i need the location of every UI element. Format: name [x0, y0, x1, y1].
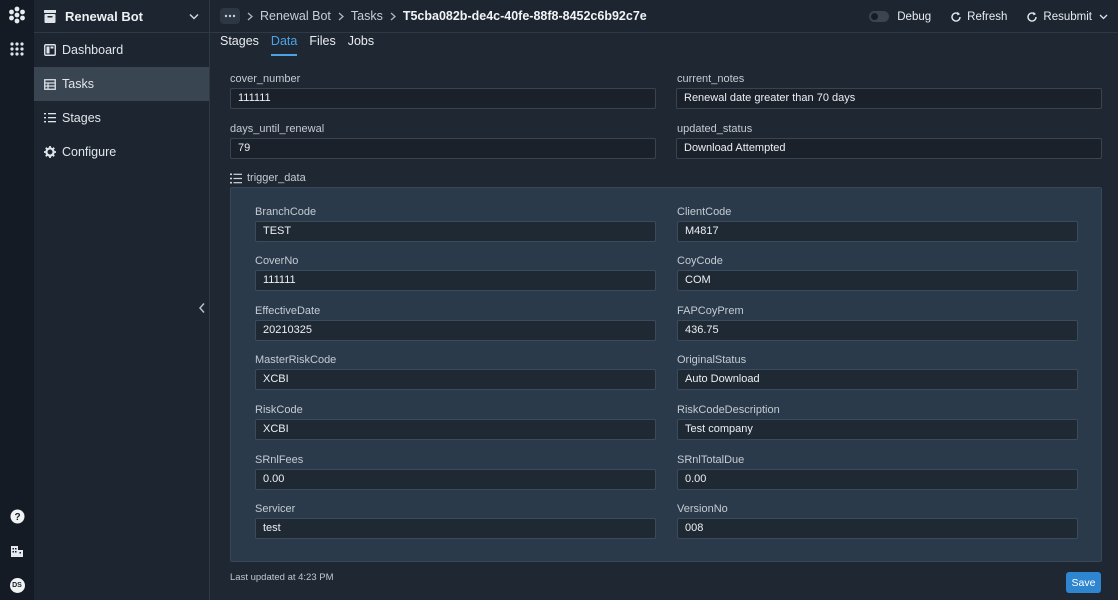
list-icon — [230, 173, 242, 183]
debug-toggle[interactable]: Debug — [869, 11, 931, 23]
risk-code-description-field[interactable]: Test company — [677, 419, 1078, 440]
debug-label: Debug — [897, 10, 932, 23]
collapse-sidebar-button[interactable] — [198, 301, 206, 319]
main-content: Stages Data Files Jobs cover_number 1111… — [210, 34, 1118, 600]
effective-date-field[interactable]: 20210325 — [255, 320, 656, 341]
effective-date-label: EffectiveDate — [255, 305, 321, 317]
top-bar: Renewal Bot Tasks T5cba082b-de4c-40fe-88… — [210, 0, 1118, 33]
svg-text:?: ? — [14, 512, 20, 523]
refresh-button[interactable]: Refresh — [950, 11, 1007, 23]
tab-jobs[interactable]: Jobs — [348, 34, 374, 56]
coy-code-field[interactable]: COM — [677, 270, 1078, 291]
breadcrumb-more-button[interactable] — [220, 8, 240, 24]
refresh-icon — [951, 11, 961, 22]
chevron-down-icon[interactable] — [189, 13, 199, 20]
branch-code-label: BranchCode — [255, 206, 317, 218]
gear-icon — [44, 146, 56, 158]
sidebar-nav: Dashboard Tasks Stages Configure — [34, 33, 209, 169]
sidebar: Renewal Bot Dashboard Tasks Stages Confi… — [34, 0, 210, 600]
risk-code-description-label: RiskCodeDescription — [677, 404, 780, 416]
chevron-left-icon — [198, 303, 205, 313]
cover-number-field[interactable]: 111111 — [230, 88, 656, 109]
sidebar-item-dashboard[interactable]: Dashboard — [34, 33, 209, 67]
srnl-fees-label: SRnlFees — [255, 454, 304, 466]
tab-stages[interactable]: Stages — [220, 34, 259, 56]
version-no-field[interactable]: 008 — [677, 518, 1078, 539]
breadcrumb-app[interactable]: Renewal Bot — [260, 9, 331, 23]
sidebar-item-label: Dashboard — [62, 43, 124, 57]
risk-code-label: RiskCode — [255, 404, 303, 416]
sidebar-item-label: Stages — [62, 111, 101, 125]
breadcrumb-current: T5cba082b-de4c-40fe-88f8-8452c6b92c7e — [402, 9, 647, 23]
servicer-label: Servicer — [255, 503, 296, 515]
app-name: Renewal Bot — [65, 8, 144, 24]
servicer-field[interactable]: test — [255, 518, 656, 539]
user-initials: DS — [9, 577, 25, 593]
user-avatar[interactable]: DS — [0, 577, 34, 593]
days-until-renewal-field[interactable]: 79 — [230, 138, 656, 159]
table-icon — [44, 78, 56, 90]
dashboard-icon — [44, 44, 56, 56]
current-notes-label: current_notes — [677, 73, 745, 85]
trigger-data-header[interactable]: trigger_data — [230, 172, 306, 184]
srnl-fees-field[interactable]: 0.00 — [255, 469, 656, 490]
srnl-total-due-field[interactable]: 0.00 — [677, 469, 1078, 490]
version-no-label: VersionNo — [677, 503, 728, 515]
app-logo-icon[interactable] — [0, 4, 34, 26]
top-actions: Debug Refresh Resubmit — [869, 0, 1118, 33]
tab-files[interactable]: Files — [309, 34, 335, 56]
updated-status-label: updated_status — [677, 123, 753, 135]
sidebar-item-configure[interactable]: Configure — [34, 135, 209, 169]
resubmit-icon — [1027, 11, 1038, 22]
current-notes-field[interactable]: Renewal date greater than 70 days — [676, 88, 1102, 109]
refresh-label: Refresh — [967, 10, 1008, 23]
cover-no-field[interactable]: 111111 — [255, 270, 656, 291]
task-tabs: Stages Data Files Jobs — [220, 34, 386, 56]
app-switcher[interactable]: Renewal Bot — [34, 0, 209, 33]
icon-rail: ? DS — [0, 0, 34, 600]
days-until-renewal-label: days_until_renewal — [230, 123, 325, 135]
apps-grid-icon[interactable] — [0, 41, 34, 57]
client-code-field[interactable]: M4817 — [677, 221, 1078, 242]
srnl-total-due-label: SRnlTotalDue — [677, 454, 745, 466]
sidebar-item-label: Configure — [62, 145, 117, 159]
sidebar-item-tasks[interactable]: Tasks — [34, 67, 209, 101]
master-risk-code-field[interactable]: XCBI — [255, 369, 656, 390]
app-box-icon — [44, 9, 56, 23]
help-icon[interactable]: ? — [0, 508, 34, 524]
trigger-data-panel: BranchCode TEST CoverNo 111111 Effective… — [230, 187, 1102, 562]
cover-number-label: cover_number — [230, 73, 301, 85]
numbered-list-icon — [44, 113, 56, 123]
client-code-label: ClientCode — [677, 206, 732, 218]
original-status-label: OriginalStatus — [677, 354, 747, 366]
breadcrumb-separator-icon — [390, 12, 396, 21]
last-updated-text: Last updated at 4:23 PM — [230, 572, 334, 583]
coy-code-label: CoyCode — [677, 255, 723, 267]
building-icon[interactable] — [0, 543, 34, 559]
trigger-data-label: trigger_data — [247, 172, 306, 184]
more-horizontal-icon — [224, 14, 236, 18]
risk-code-field[interactable]: XCBI — [255, 419, 656, 440]
fap-coy-prem-field[interactable]: 436.75 — [677, 320, 1078, 341]
branch-code-field[interactable]: TEST — [255, 221, 656, 242]
fap-coy-prem-label: FAPCoyPrem — [677, 305, 744, 317]
debug-switch[interactable] — [869, 11, 890, 22]
breadcrumb-separator-icon — [338, 12, 344, 21]
cover-no-label: CoverNo — [255, 255, 299, 267]
chevron-down-icon — [1099, 14, 1108, 19]
master-risk-code-label: MasterRiskCode — [255, 354, 337, 366]
updated-status-field[interactable]: Download Attempted — [676, 138, 1102, 159]
tab-data[interactable]: Data — [270, 34, 298, 56]
breadcrumb-separator-icon — [247, 12, 253, 21]
save-button[interactable]: Save — [1066, 572, 1101, 593]
resubmit-button[interactable]: Resubmit — [1026, 11, 1108, 23]
sidebar-item-stages[interactable]: Stages — [34, 101, 209, 135]
breadcrumb-section[interactable]: Tasks — [351, 9, 383, 23]
resubmit-label: Resubmit — [1043, 10, 1092, 23]
sidebar-item-label: Tasks — [62, 77, 94, 91]
original-status-field[interactable]: Auto Download — [677, 369, 1078, 390]
